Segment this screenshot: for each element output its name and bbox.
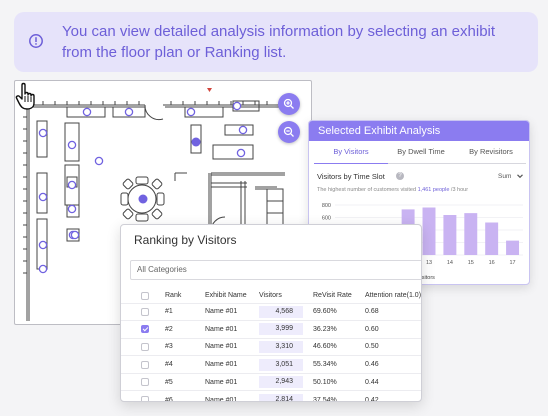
chevron-down-icon[interactable]: [516, 172, 524, 180]
bar: [506, 240, 520, 255]
exhibit-name-cell: Name #01: [205, 355, 259, 374]
col-exhibit-name[interactable]: Exhibit Name: [205, 289, 259, 303]
revisit-rate-cell: 55.34%: [313, 355, 365, 374]
visitors-cell: 4,568: [259, 305, 303, 318]
attention-rate-cell: 0.46: [365, 355, 421, 374]
peak-note: The highest number of customers visited …: [317, 187, 468, 193]
visitors-cell: 3,999: [259, 323, 303, 336]
info-banner: You can view detailed analysis informati…: [14, 12, 538, 72]
attention-rate-cell: 0.50: [365, 337, 421, 356]
table-header-row: Rank Exhibit Name Visitors ReVisit Rate …: [121, 289, 421, 303]
zoom-in-icon: [283, 98, 294, 109]
visitors-cell: 3,051: [259, 358, 303, 371]
zoom-in-button[interactable]: [278, 93, 300, 115]
section-title: Visitors by Time Slot: [317, 172, 385, 181]
visitors-cell: 2,814: [259, 394, 303, 401]
category-select[interactable]: All Categories: [130, 260, 421, 280]
exhibit-name-cell: Name #01: [205, 320, 259, 339]
x-tick-label: 14: [447, 260, 453, 266]
panel-title: Selected Exhibit Analysis: [309, 121, 529, 141]
x-tick-label: 17: [509, 260, 515, 266]
banner-message: You can view detailed analysis informati…: [62, 23, 496, 61]
col-attention-rate[interactable]: Attention rate(1.0): [365, 289, 421, 303]
note-value: 1,461 people: [417, 187, 450, 193]
rank-cell: #2: [165, 320, 205, 339]
note-suffix: /3 hour: [449, 187, 469, 193]
attention-rate-cell: 0.42: [365, 390, 421, 401]
rank-cell: #3: [165, 337, 205, 356]
col-rank[interactable]: Rank: [165, 289, 205, 303]
info-icon: [29, 34, 43, 48]
rank-cell: #4: [165, 355, 205, 374]
row-checkbox[interactable]: [141, 378, 149, 387]
rank-cell: #6: [165, 390, 205, 401]
bar: [464, 213, 478, 255]
help-icon[interactable]: ?: [396, 172, 404, 180]
y-tick-label: 800: [322, 203, 331, 209]
x-tick-label: 15: [468, 260, 474, 266]
visitors-cell: 3,310: [259, 340, 303, 353]
col-visitors[interactable]: Visitors: [259, 289, 313, 303]
col-revisit-rate[interactable]: ReVisit Rate: [313, 289, 365, 303]
table-row[interactable]: #1 Name #01 4,568 69.60% 0.68: [121, 302, 421, 321]
rank-cell: #5: [165, 372, 205, 391]
row-checkbox[interactable]: [141, 342, 149, 351]
revisit-rate-cell: 46.60%: [313, 337, 365, 356]
active-tab-indicator: [314, 162, 388, 164]
rank-cell: #1: [165, 302, 205, 321]
attention-rate-cell: 0.60: [365, 320, 421, 339]
x-tick-label: 16: [489, 260, 495, 266]
visitors-cell: 2,943: [259, 376, 303, 389]
row-checkbox[interactable]: [141, 360, 149, 369]
revisit-rate-cell: 37.54%: [313, 390, 365, 401]
revisit-rate-cell: 50.10%: [313, 372, 365, 391]
zoom-out-button[interactable]: [278, 121, 300, 143]
analysis-tabs: By Visitors By Dwell Time By Revisitors: [314, 144, 526, 164]
bar: [485, 222, 499, 255]
select-all-checkbox[interactable]: [141, 291, 149, 300]
row-checkbox[interactable]: [141, 396, 149, 401]
exhibit-name-cell: Name #01: [205, 302, 259, 321]
attention-rate-cell: 0.68: [365, 302, 421, 321]
hotspot-selected: [138, 194, 148, 204]
row-checkbox[interactable]: [141, 325, 149, 334]
exhibit-name-cell: Name #01: [205, 372, 259, 391]
ranking-table: Rank Exhibit Name Visitors ReVisit Rate …: [121, 289, 421, 401]
ranking-panel: Ranking by Visitors All Categories Rank …: [120, 224, 422, 402]
aggregate-select[interactable]: Sum: [498, 173, 511, 180]
tab-by-dwell-time[interactable]: By Dwell Time: [386, 147, 456, 156]
bar: [443, 215, 457, 255]
exhibit-name-cell: Name #01: [205, 337, 259, 356]
zoom-out-icon: [283, 126, 294, 137]
attention-rate-cell: 0.44: [365, 372, 421, 391]
tab-by-visitors[interactable]: By Visitors: [314, 147, 388, 156]
x-tick-label: 13: [426, 260, 432, 266]
note-prefix: The highest number of customers visited: [317, 187, 418, 193]
table-row[interactable]: #3 Name #01 3,310 46.60% 0.50: [121, 337, 421, 356]
bar: [422, 207, 436, 255]
table-row[interactable]: #2 Name #01 3,999 36.23% 0.60: [121, 320, 421, 339]
exhibit-name-cell: Name #01: [205, 390, 259, 401]
revisit-rate-cell: 69.60%: [313, 302, 365, 321]
ranking-title: Ranking by Visitors: [134, 233, 237, 247]
hand-cursor-icon: [15, 82, 35, 110]
row-checkbox[interactable]: [141, 307, 149, 316]
table-row[interactable]: #6 Name #01 2,814 37.54% 0.42: [121, 390, 421, 401]
revisit-rate-cell: 36.23%: [313, 320, 365, 339]
table-row[interactable]: #5 Name #01 2,943 50.10% 0.44: [121, 372, 421, 391]
table-row[interactable]: #4 Name #01 3,051 55.34% 0.46: [121, 355, 421, 374]
y-tick-label: 600: [322, 216, 331, 222]
tab-by-revisitors[interactable]: By Revisitors: [456, 147, 526, 156]
